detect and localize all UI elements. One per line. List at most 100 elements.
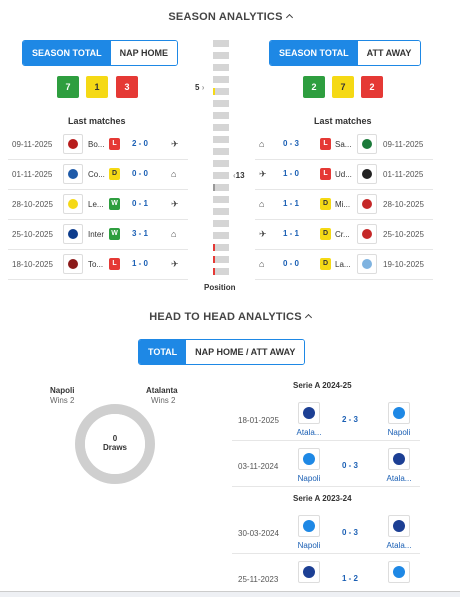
match-row[interactable]: 09-11-2025 Sa... L 0 - 3 ⌂ — [255, 130, 433, 160]
home-icon: ⌂ — [259, 139, 265, 149]
left-draws-badge: 1 — [86, 76, 108, 98]
h2h-match-date: 03-11-2024 — [238, 462, 279, 471]
away-crest-icon — [388, 561, 410, 583]
opponent-name: Inter — [88, 230, 105, 239]
match-row[interactable]: 09-11-2025 Bo... L 2 - 0 ✈ — [8, 130, 188, 160]
left-last-matches-title: Last matches — [68, 116, 126, 126]
h2h-away-name: Atala... — [386, 474, 412, 483]
match-score: 2 - 0 — [132, 139, 149, 148]
right-season-toggle: SEASON TOTAL ATT AWAY — [269, 40, 422, 66]
crest-mark — [393, 453, 405, 465]
position-slot — [213, 208, 229, 215]
h2h-score: 2 - 3 — [342, 415, 359, 424]
left-toggle-home[interactable]: NAP HOME — [110, 41, 178, 65]
left-toggle-season-total[interactable]: SEASON TOTAL — [23, 41, 111, 65]
position-label: Position — [204, 283, 236, 292]
team-crest-icon — [63, 164, 83, 184]
away-crest-icon — [388, 402, 410, 424]
result-badge: D — [320, 258, 331, 270]
match-date: 25-10-2025 — [12, 230, 53, 239]
h2h-season-label: Serie A 2023-24 — [293, 494, 352, 503]
match-date: 01-11-2025 — [383, 170, 424, 179]
match-score: 0 - 3 — [283, 139, 300, 148]
crest-mark — [303, 520, 315, 532]
position-slot — [213, 40, 229, 47]
right-losses-badge: 2 — [361, 76, 383, 98]
crest-mark — [362, 139, 372, 149]
match-score: 1 - 0 — [283, 169, 300, 178]
match-row[interactable]: 25-10-2025 Inter W 3 - 1 ⌂ — [8, 220, 188, 250]
team-crest-icon — [357, 164, 377, 184]
crest-mark — [393, 520, 405, 532]
h2h-home-team: Napoli — [50, 386, 75, 395]
left-wins-badge: 7 — [57, 76, 79, 98]
match-row[interactable]: 18-10-2025 To... L 1 - 0 ✈ — [8, 250, 188, 280]
team-crest-icon — [357, 194, 377, 214]
h2h-toggle-total[interactable]: TOTAL — [139, 340, 187, 364]
h2h-toggle-home-away[interactable]: NAP HOME / ATT AWAY — [186, 340, 305, 364]
position-slot — [213, 172, 229, 179]
match-row[interactable]: 01-11-2025 Ud... L 1 - 0 ✈ — [255, 160, 433, 190]
h2h-match-row[interactable]: 03-11-2024 Napoli 0 - 3 Atala... — [232, 445, 420, 487]
right-last-matches-title: Last matches — [314, 116, 372, 126]
team-crest-icon — [357, 134, 377, 154]
h2h-score: 0 - 3 — [342, 461, 359, 470]
position-slot — [213, 196, 229, 203]
h2h-season-label: Serie A 2024-25 — [293, 381, 352, 390]
match-row[interactable]: 28-10-2025 Le... W 0 - 1 ✈ — [8, 190, 188, 220]
team-crest-icon — [63, 134, 83, 154]
h2h-analytics-title[interactable]: HEAD TO HEAD ANALYTICS — [0, 311, 460, 323]
match-date: 28-10-2025 — [383, 200, 424, 209]
match-date: 01-11-2025 — [12, 170, 53, 179]
crest-mark — [68, 229, 78, 239]
home-icon: ⌂ — [259, 259, 265, 269]
chevron-up-icon[interactable] — [304, 313, 312, 322]
right-toggle-season-total[interactable]: SEASON TOTAL — [270, 41, 358, 65]
match-date: 19-10-2025 — [383, 260, 424, 269]
match-row[interactable]: 01-11-2025 Co... D 0 - 0 ⌂ — [8, 160, 188, 190]
match-score: 3 - 1 — [132, 229, 149, 238]
position-slot — [213, 88, 229, 95]
position-slot — [213, 160, 229, 167]
position-slot — [213, 112, 229, 119]
h2h-home-wins: Wins 2 — [50, 396, 75, 405]
h2h-home-name: Atala... — [296, 428, 322, 437]
result-badge: W — [109, 228, 120, 240]
crest-mark — [362, 199, 372, 209]
left-season-toggle: SEASON TOTAL NAP HOME — [22, 40, 179, 66]
match-date: 18-10-2025 — [12, 260, 53, 269]
chevron-up-icon[interactable] — [285, 13, 293, 22]
plane-icon: ✈ — [171, 139, 179, 149]
left-losses-badge: 3 — [116, 76, 138, 98]
h2h-match-row[interactable]: 30-03-2024 Napoli 0 - 3 Atala... — [232, 512, 420, 554]
position-slot — [213, 124, 229, 131]
h2h-draws-label: Draws — [102, 443, 127, 452]
season-analytics-title[interactable]: SEASON ANALYTICS — [0, 11, 460, 23]
home-crest-icon — [298, 561, 320, 583]
crest-mark — [362, 229, 372, 239]
match-row[interactable]: 25-10-2025 Cr... D 1 - 1 ✈ — [255, 220, 433, 250]
position-slot — [213, 184, 229, 191]
h2h-away-team: Atalanta — [146, 386, 178, 395]
right-toggle-away[interactable]: ATT AWAY — [357, 41, 421, 65]
h2h-match-date: 30-03-2024 — [238, 529, 279, 538]
plane-icon: ✈ — [171, 199, 179, 209]
match-row[interactable]: 28-10-2025 Mi... D 1 - 1 ⌂ — [255, 190, 433, 220]
home-crest-icon — [298, 515, 320, 537]
opponent-name: To... — [88, 260, 104, 269]
result-badge: D — [320, 228, 331, 240]
match-date: 25-10-2025 — [383, 230, 424, 239]
opponent-name: La... — [335, 260, 351, 269]
team-crest-icon — [357, 224, 377, 244]
position-slot — [213, 220, 229, 227]
position-slot — [213, 52, 229, 59]
result-badge: W — [109, 198, 120, 210]
match-score: 1 - 1 — [283, 229, 300, 238]
match-score: 0 - 0 — [132, 169, 149, 178]
match-date: 09-11-2025 — [12, 140, 53, 149]
h2h-home-name: Napoli — [297, 541, 321, 550]
match-row[interactable]: 19-10-2025 La... D 0 - 0 ⌂ — [255, 250, 433, 280]
h2h-match-row[interactable]: 18-01-2025 Atala... 2 - 3 Napoli — [232, 399, 420, 441]
home-icon: ⌂ — [171, 229, 177, 239]
crest-mark — [393, 407, 405, 419]
